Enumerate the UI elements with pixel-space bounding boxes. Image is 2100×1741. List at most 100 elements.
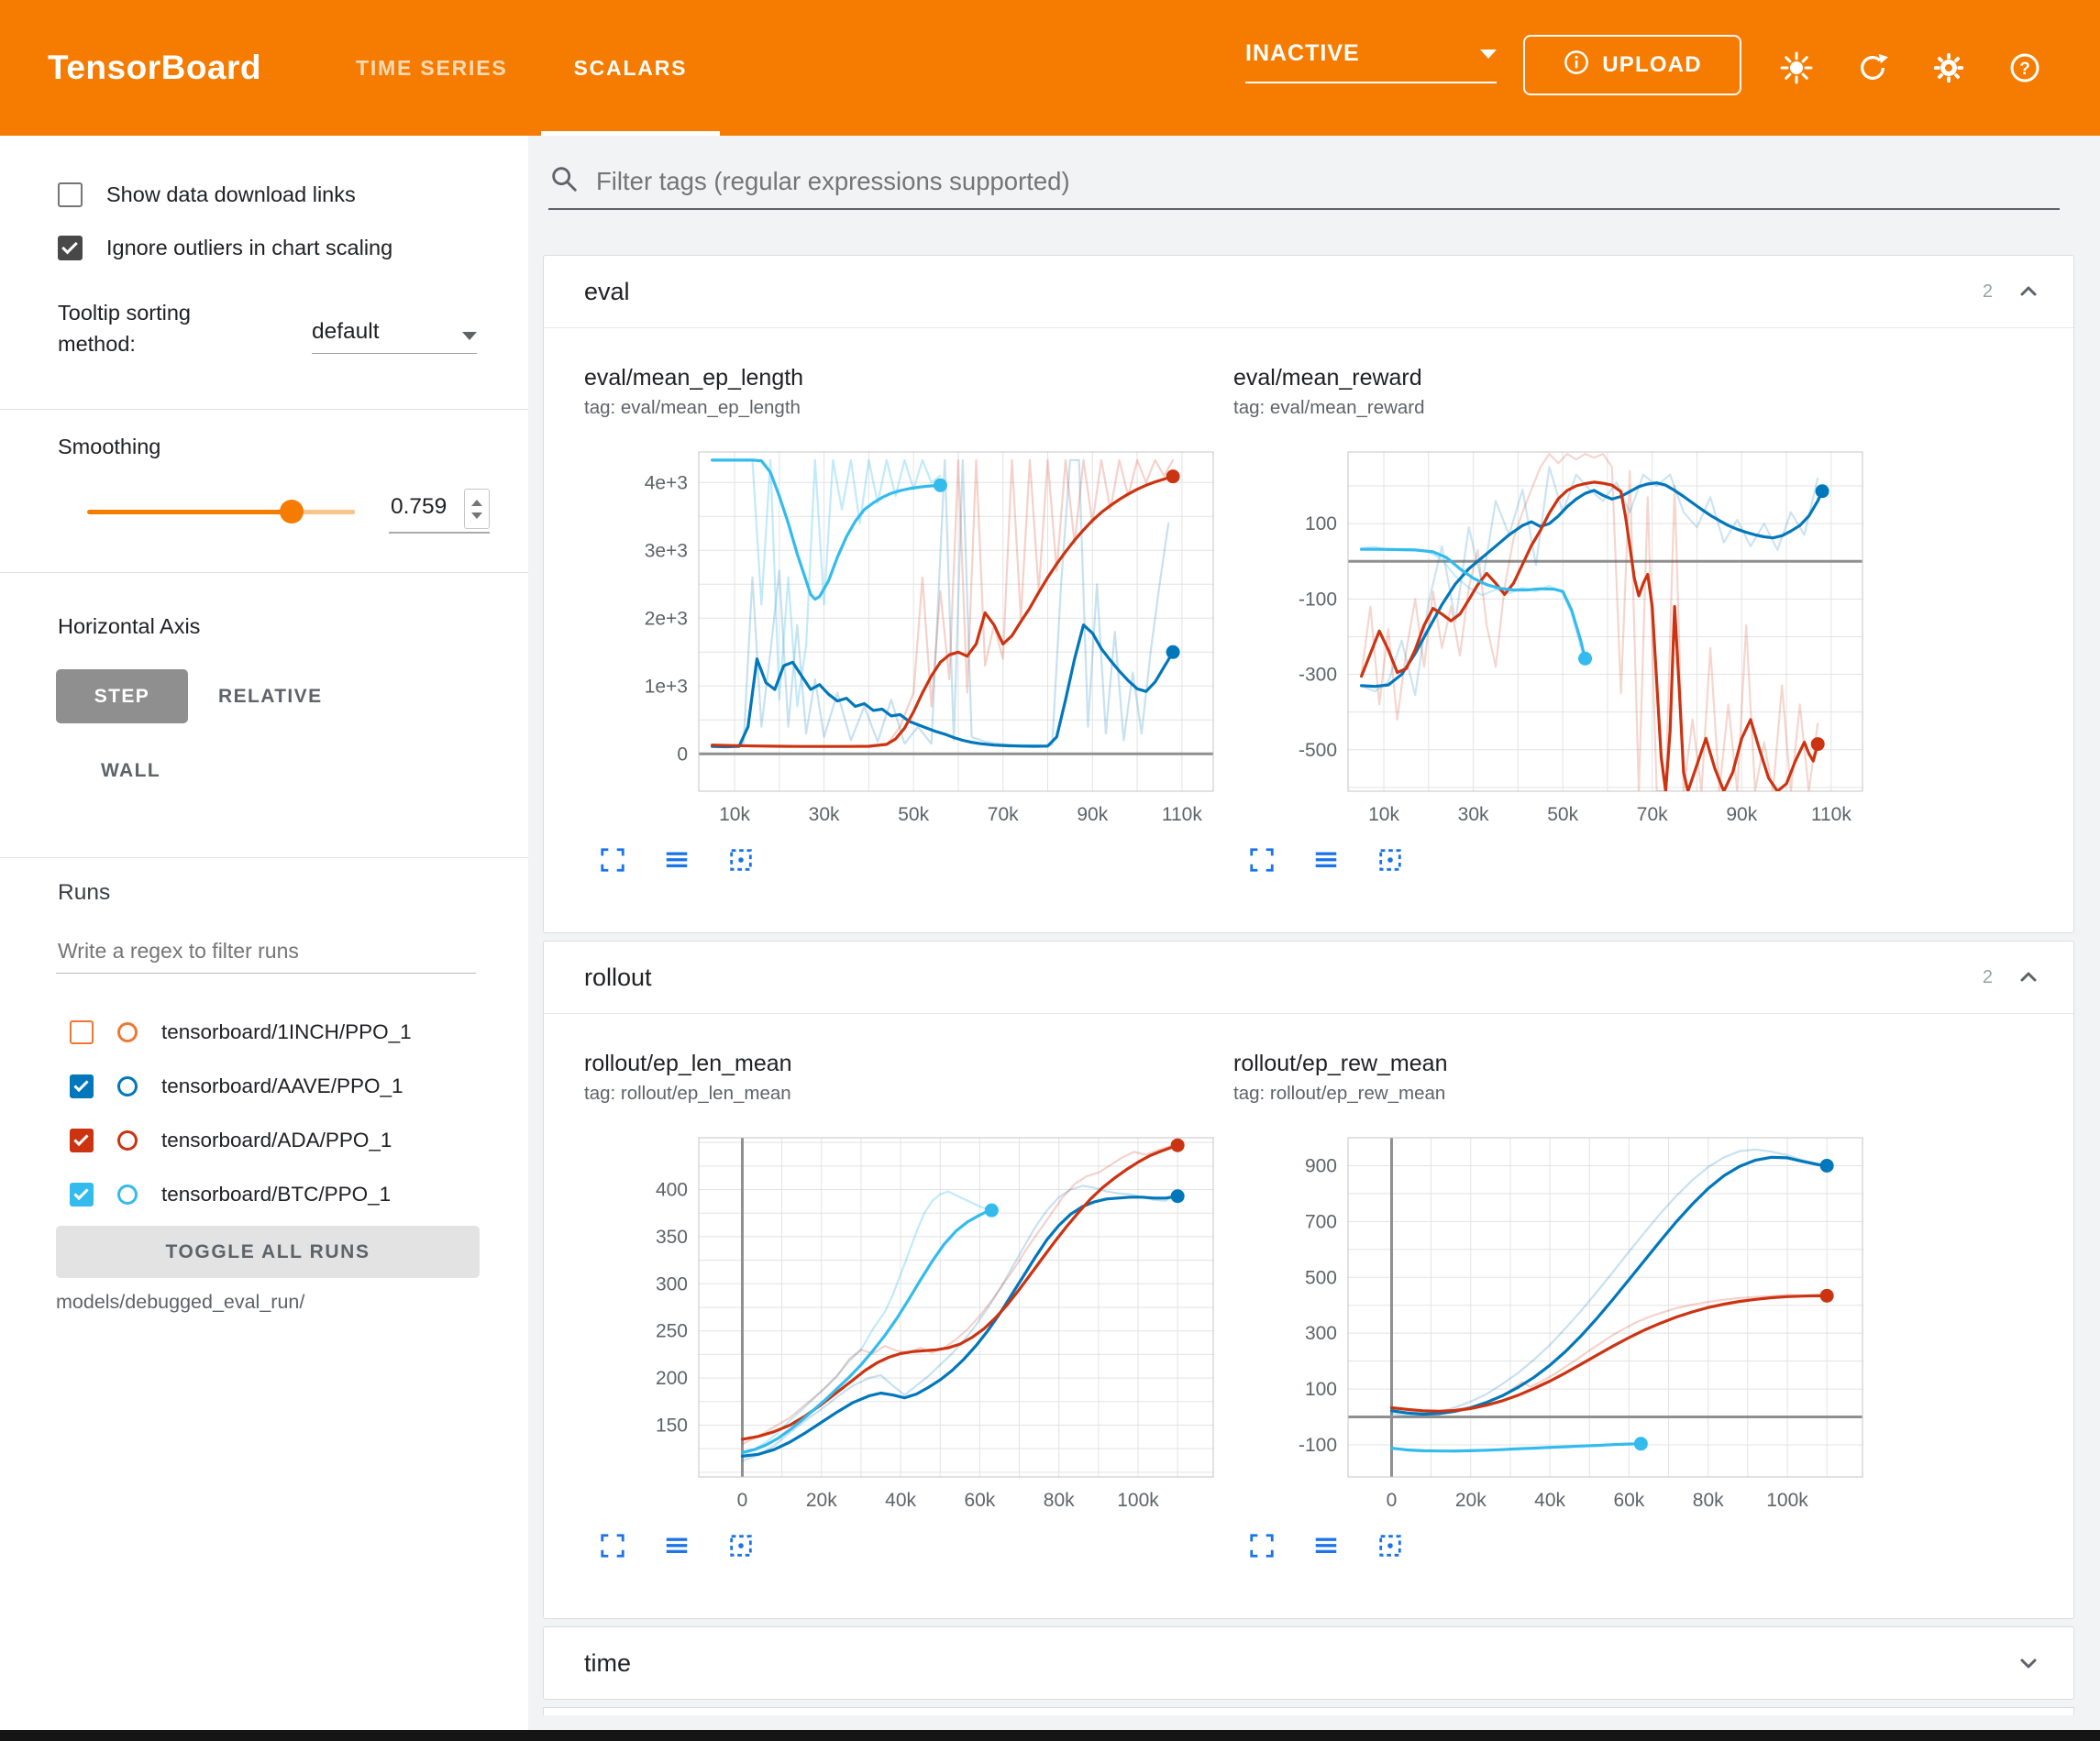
- y-tick-label: 1e+3: [645, 676, 688, 697]
- run-label: tensorboard/1INCH/PPO_1: [161, 1020, 412, 1044]
- chart-canvas[interactable]: 020k40k60k80k100k-100100300500700900: [1233, 1118, 1870, 1523]
- run-color-swatch[interactable]: [117, 1076, 138, 1096]
- scalars-main-pane: eval2 eval/mean_ep_length tag: eval/mean_e…: [528, 136, 2100, 1730]
- series-end-dot: [1820, 1289, 1834, 1303]
- tab-scalars[interactable]: SCALARS: [541, 0, 721, 136]
- tag-filter-input[interactable]: [594, 166, 2060, 197]
- series-line: [1392, 1295, 1828, 1411]
- series-line: [1362, 483, 1823, 687]
- run-item[interactable]: tensorboard/ADA/PPO_1: [0, 1113, 528, 1167]
- data-table-icon[interactable]: [661, 844, 692, 876]
- next-section-card-edge: [543, 1707, 2074, 1715]
- run-label: tensorboard/BTC/PPO_1: [161, 1183, 391, 1207]
- smoothing-slider-knob[interactable]: [280, 500, 304, 523]
- x-tick-label: 20k: [1455, 1490, 1487, 1511]
- settings-sidebar: Show data download links Ignore outliers…: [0, 136, 528, 1730]
- y-tick-label: 300: [1305, 1323, 1337, 1344]
- fit-domain-icon[interactable]: [1375, 844, 1406, 876]
- runs-filter-input[interactable]: [56, 935, 480, 973]
- section-header[interactable]: time: [544, 1627, 2073, 1699]
- run-checkbox[interactable]: [70, 1183, 94, 1207]
- y-tick-label: 100: [1305, 513, 1337, 534]
- smoothing-slider-track[interactable]: [87, 510, 355, 514]
- tab-label: SCALARS: [574, 56, 688, 80]
- stepper-up-icon[interactable]: [471, 500, 482, 506]
- y-tick-label: 2e+3: [645, 608, 688, 629]
- run-color-swatch[interactable]: [117, 1022, 138, 1042]
- chart-tag: tag: eval/mean_ep_length: [584, 397, 1221, 419]
- chevron-up-icon[interactable]: [2015, 964, 2042, 991]
- help-icon[interactable]: ?: [2003, 46, 2047, 90]
- expand-icon[interactable]: [1246, 1530, 1277, 1561]
- section-header[interactable]: rollout2: [544, 942, 2073, 1014]
- data-table-icon[interactable]: [1310, 844, 1342, 876]
- upload-status-dropdown[interactable]: INACTIVE: [1245, 40, 1497, 83]
- axis-step-button[interactable]: STEP: [56, 669, 188, 723]
- x-tick-label: 90k: [1726, 804, 1757, 825]
- tooltip-sorting-select[interactable]: default: [312, 319, 477, 354]
- section-header[interactable]: eval2: [544, 256, 2073, 328]
- x-tick-label: 70k: [988, 804, 1019, 825]
- stepper-down-icon[interactable]: [471, 512, 482, 519]
- chevron-down-icon[interactable]: [2015, 1649, 2042, 1677]
- checkbox-label[interactable]: Show data download links: [106, 182, 356, 207]
- x-tick-label: 30k: [809, 804, 840, 825]
- settings-gear-icon[interactable]: [1927, 46, 1971, 90]
- chevron-up-icon[interactable]: [2015, 278, 2042, 305]
- x-tick-label: 60k: [1613, 1490, 1644, 1511]
- chart-canvas[interactable]: 10k30k50k70k90k110k100-100-300-500: [1233, 432, 1870, 837]
- series-line: [1392, 1150, 1828, 1416]
- series-end-dot: [1811, 737, 1825, 751]
- smoothing-stepper[interactable]: [464, 489, 490, 529]
- fit-domain-icon[interactable]: [1375, 1530, 1406, 1561]
- x-tick-label: 0: [737, 1490, 748, 1511]
- data-table-icon[interactable]: [1310, 1530, 1342, 1561]
- refresh-icon[interactable]: [1851, 46, 1895, 90]
- show-download-links-row: Show data download links: [58, 176, 356, 213]
- x-tick-label: 70k: [1637, 804, 1668, 825]
- show-download-links-checkbox[interactable]: [58, 182, 83, 207]
- chart-card: eval/mean_ep_length tag: eval/mean_ep_len…: [584, 365, 1221, 876]
- x-tick-label: 50k: [1547, 804, 1578, 825]
- data-table-icon[interactable]: [661, 1530, 692, 1561]
- upload-button[interactable]: UPLOAD: [1523, 35, 1741, 95]
- expand-icon[interactable]: [1246, 844, 1277, 876]
- x-tick-label: 10k: [719, 804, 750, 825]
- section-card-eval: eval2 eval/mean_ep_length tag: eval/mean_e…: [543, 255, 2074, 933]
- run-item[interactable]: tensorboard/1INCH/PPO_1: [0, 1005, 528, 1059]
- main-tabs: TIME SERIES SCALARS: [323, 0, 720, 136]
- ignore-outliers-checkbox[interactable]: [58, 236, 83, 260]
- tab-time-series[interactable]: TIME SERIES: [323, 0, 541, 136]
- toggle-all-runs-button[interactable]: TOGGLE ALL RUNS: [56, 1226, 480, 1278]
- axis-relative-button[interactable]: RELATIVE: [218, 669, 322, 723]
- y-tick-label: -500: [1299, 740, 1337, 761]
- brightness-icon[interactable]: [1774, 46, 1818, 90]
- expand-icon[interactable]: [597, 844, 628, 876]
- chart-canvas[interactable]: 10k30k50k70k90k110k01e+32e+33e+34e+3: [584, 432, 1221, 837]
- run-label: tensorboard/AAVE/PPO_1: [161, 1074, 403, 1098]
- active-tab-underline: [541, 131, 721, 136]
- y-tick-label: 400: [656, 1180, 688, 1201]
- run-checkbox[interactable]: [70, 1074, 94, 1098]
- chart-title: rollout/ep_len_mean: [584, 1051, 1221, 1077]
- checkbox-label[interactable]: Ignore outliers in chart scaling: [106, 236, 392, 260]
- chart-title: eval/mean_ep_length: [584, 365, 1221, 391]
- expand-icon[interactable]: [597, 1530, 628, 1561]
- axis-wall-button[interactable]: WALL: [101, 748, 160, 794]
- info-icon: [1563, 49, 1590, 83]
- run-checkbox[interactable]: [70, 1020, 94, 1044]
- run-checkbox[interactable]: [70, 1129, 94, 1152]
- horizontal-axis-label: Horizontal Axis: [58, 614, 200, 639]
- chart-canvas[interactable]: 020k40k60k80k100k150200250300350400: [584, 1118, 1221, 1523]
- run-color-swatch[interactable]: [117, 1130, 138, 1151]
- fit-domain-icon[interactable]: [725, 844, 757, 876]
- smoothing-label: Smoothing: [58, 435, 160, 459]
- run-color-swatch[interactable]: [117, 1185, 138, 1205]
- smoothing-value-input[interactable]: [389, 494, 453, 523]
- charts-row: rollout/ep_len_meantag: rollout/ep_len_m…: [544, 1014, 2073, 1618]
- run-item[interactable]: tensorboard/BTC/PPO_1: [0, 1167, 528, 1221]
- run-item[interactable]: tensorboard/AAVE/PPO_1: [0, 1059, 528, 1113]
- chart-toolbar: [1233, 844, 1870, 876]
- fit-domain-icon[interactable]: [725, 1530, 757, 1561]
- y-tick-label: -100: [1299, 589, 1337, 610]
